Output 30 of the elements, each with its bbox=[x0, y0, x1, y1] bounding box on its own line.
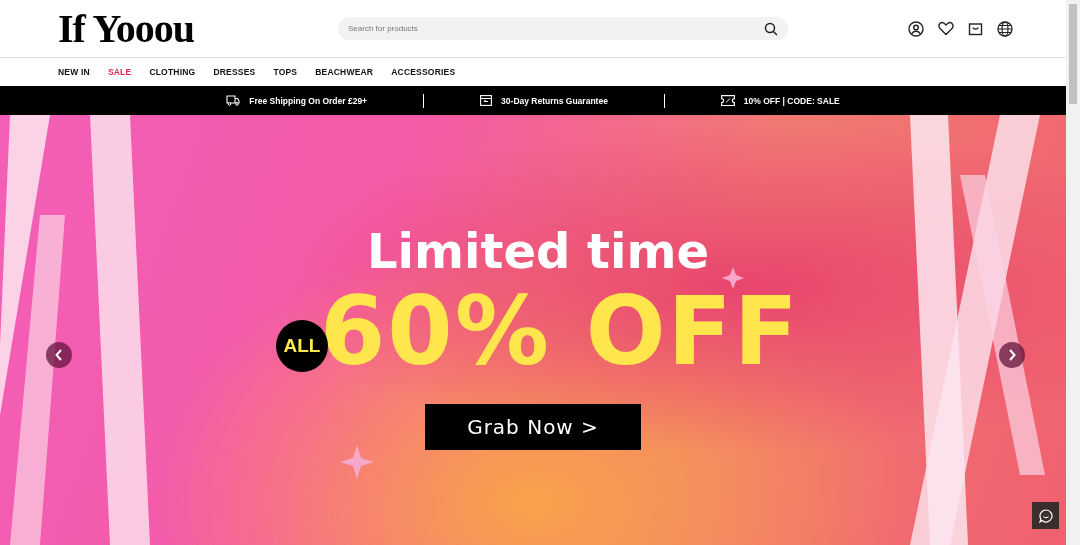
perk-text: 10% OFF | CODE: SALE bbox=[743, 95, 840, 106]
nav-link[interactable]: ACCESSORIES bbox=[391, 67, 456, 77]
bag-icon[interactable] bbox=[968, 21, 983, 36]
logo[interactable]: If Yooou bbox=[58, 8, 338, 49]
account-icon[interactable] bbox=[908, 20, 924, 37]
chevron-left-icon bbox=[55, 349, 63, 361]
nav-link[interactable]: DRESSES bbox=[213, 67, 256, 77]
nav-link[interactable]: BEACHWEAR bbox=[315, 67, 374, 77]
perk-text: Free Shipping On Order £29+ bbox=[249, 95, 368, 106]
heart-icon[interactable] bbox=[938, 21, 954, 36]
nav-link[interactable]: NEW IN bbox=[58, 67, 90, 77]
sparkle-icon bbox=[340, 445, 374, 479]
previous-slide-button[interactable] bbox=[46, 342, 72, 368]
scrollbar[interactable] bbox=[1066, 0, 1080, 545]
nav-link[interactable]: CLOTHING bbox=[149, 67, 196, 77]
coupon-icon bbox=[720, 95, 735, 106]
banner-headline: Limited time bbox=[366, 223, 709, 279]
sparkle-icon bbox=[722, 267, 744, 289]
truck-icon bbox=[226, 95, 241, 106]
chat-button[interactable] bbox=[1032, 502, 1059, 529]
perk-text: 30-Day Returns Guarantee bbox=[501, 95, 608, 106]
search-icon[interactable] bbox=[764, 21, 778, 36]
chat-icon bbox=[1038, 508, 1053, 523]
globe-icon[interactable] bbox=[997, 20, 1013, 37]
search-field[interactable]: Search for products bbox=[338, 17, 788, 40]
chevron-right-icon bbox=[1008, 349, 1016, 361]
nav-link[interactable]: SALE bbox=[107, 67, 132, 77]
box-icon bbox=[480, 95, 493, 106]
grab-now-button[interactable]: Grab Now > bbox=[425, 403, 641, 450]
nav-link[interactable]: TOPS bbox=[273, 67, 298, 77]
